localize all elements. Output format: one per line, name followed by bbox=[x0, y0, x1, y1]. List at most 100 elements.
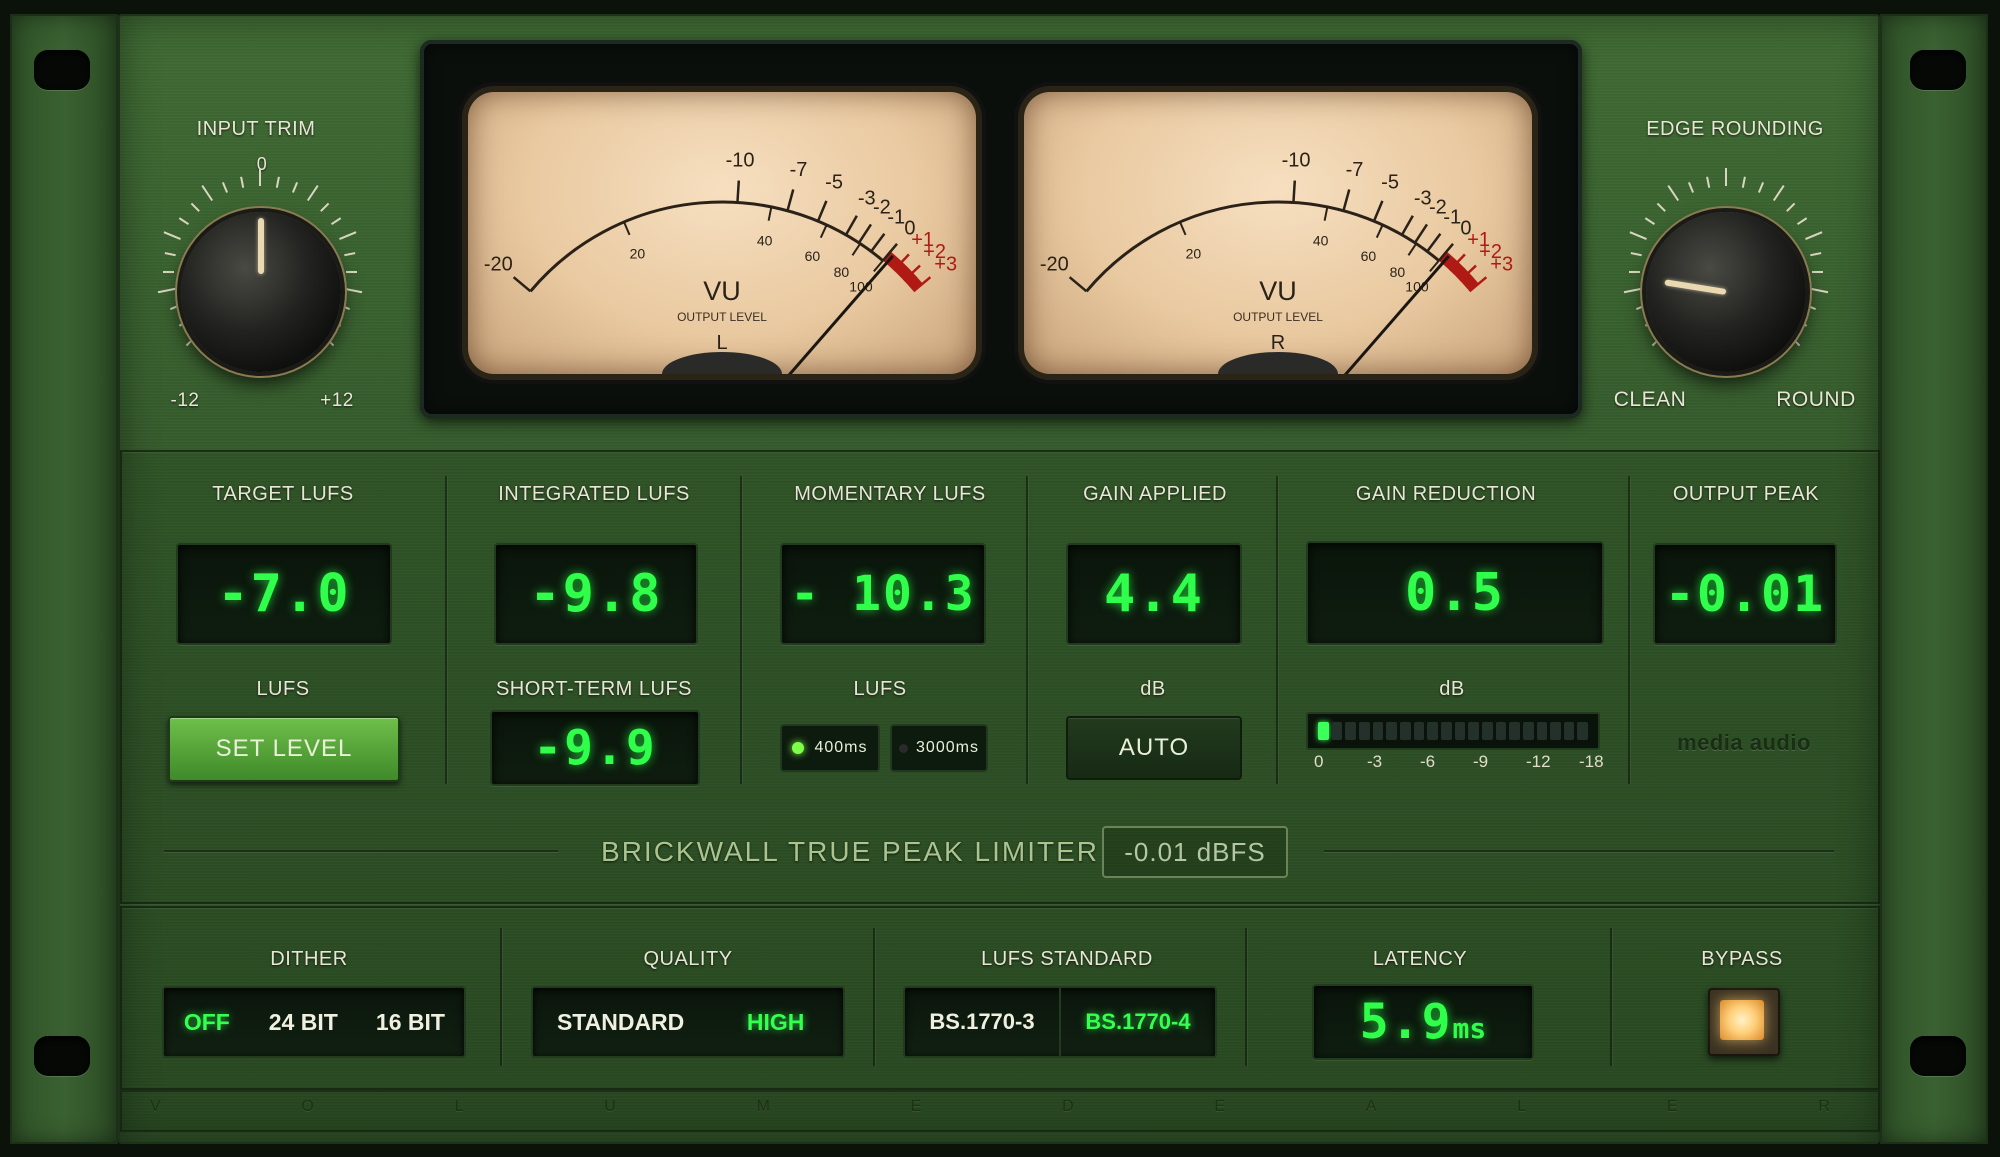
edge-rounding-knob[interactable] bbox=[1646, 212, 1806, 372]
vu-tick-label: +3 bbox=[1490, 253, 1513, 275]
gr-meter-segment bbox=[1522, 722, 1534, 740]
quality-standard-option[interactable]: STANDARD bbox=[533, 988, 708, 1056]
input-trim-pointer bbox=[258, 218, 264, 274]
scale-tick bbox=[1810, 252, 1822, 257]
gr-meter-segment bbox=[1481, 722, 1493, 740]
vu-tick-label: -5 bbox=[1381, 171, 1399, 193]
vu-percent-label: 40 bbox=[1313, 232, 1329, 248]
vu-percent-label: 60 bbox=[1361, 248, 1377, 264]
vu-subtitle-right: OUTPUT LEVEL bbox=[1233, 310, 1323, 324]
gr-meter-segment bbox=[1345, 722, 1356, 740]
scale-tick bbox=[344, 252, 356, 257]
vu-percent-label: 80 bbox=[1390, 264, 1406, 280]
quality-high-option[interactable]: HIGH bbox=[708, 988, 843, 1056]
bypass-lamp-icon bbox=[1720, 1000, 1764, 1040]
dither-selector[interactable]: OFF 24 BIT 16 BIT bbox=[162, 986, 466, 1058]
vu-needle-pivot bbox=[1218, 352, 1338, 374]
scale-tick bbox=[275, 176, 280, 188]
scale-tick bbox=[157, 287, 176, 294]
gr-meter-segment bbox=[1577, 722, 1589, 740]
vu-channel-left: L bbox=[716, 332, 728, 354]
scale-tick bbox=[163, 231, 181, 241]
vu-tick-label: -10 bbox=[1282, 150, 1311, 172]
vu-tick-label: -10 bbox=[726, 150, 755, 172]
auto-button[interactable]: AUTO bbox=[1066, 716, 1242, 780]
lufs-standard-selector[interactable]: BS.1770-3 BS.1770-4 bbox=[903, 986, 1217, 1058]
scale-tick bbox=[1796, 217, 1808, 226]
vu-tick bbox=[736, 180, 741, 203]
dither-16bit-option[interactable]: 16 BIT bbox=[357, 988, 464, 1056]
scale-tick bbox=[306, 184, 319, 202]
divider bbox=[1276, 476, 1278, 784]
vu-tick bbox=[844, 215, 858, 236]
limiter-ceiling-field[interactable]: -0.01 dBFS bbox=[1102, 826, 1288, 878]
scale-tick bbox=[1786, 202, 1796, 212]
bypass-title: BYPASS bbox=[1701, 948, 1783, 970]
scale-tick bbox=[164, 252, 176, 257]
vu-percent-tick bbox=[1375, 224, 1384, 239]
divider bbox=[1610, 928, 1612, 1066]
divider bbox=[500, 928, 502, 1066]
scale-tick bbox=[1636, 303, 1647, 311]
gr-scale-label: 0 bbox=[1314, 752, 1324, 771]
footer-letter: A bbox=[1365, 1098, 1377, 1115]
target-lufs-display: -7.0 bbox=[176, 543, 392, 645]
set-level-button[interactable]: SET LEVEL bbox=[168, 716, 400, 782]
scale-tick bbox=[1805, 231, 1823, 241]
scale-tick bbox=[1644, 217, 1656, 226]
vu-channel-right: R bbox=[1270, 332, 1286, 354]
gr-meter-segment bbox=[1440, 722, 1452, 740]
dither-off-option[interactable]: OFF bbox=[164, 988, 250, 1056]
gain-reduction-scale: 0 -3 -6 -9 -12 -18 bbox=[1306, 752, 1604, 776]
scale-tick bbox=[291, 182, 299, 193]
scale-tick bbox=[1772, 184, 1785, 202]
window-400ms-label: 400ms bbox=[814, 739, 868, 756]
vu-tick-label: -7 bbox=[1346, 159, 1364, 181]
vu-percent-tick bbox=[1323, 206, 1329, 221]
vu-tick bbox=[816, 200, 828, 222]
gr-meter-segment bbox=[1468, 722, 1479, 740]
window-400ms-button[interactable]: 400ms bbox=[780, 724, 880, 772]
vu-tick-label: -7 bbox=[790, 159, 808, 181]
rack-hole bbox=[1910, 1036, 1966, 1076]
scale-tick bbox=[1805, 303, 1816, 311]
gr-meter-segment bbox=[1318, 722, 1329, 740]
limiter-rule-left bbox=[164, 850, 558, 852]
gain-applied-unit: dB bbox=[1140, 678, 1166, 700]
scale-tick bbox=[320, 202, 330, 212]
window-3000ms-button[interactable]: 3000ms bbox=[890, 724, 988, 772]
input-trim-knob[interactable] bbox=[181, 212, 341, 372]
gain-reduction-meter bbox=[1306, 712, 1600, 750]
vu-meter-right: -20 -10 -7 -5 -3 -2 -1 0 +1 +2 +3 20 40 60 80 100 VU OU… bbox=[1024, 92, 1532, 374]
gr-meter-segment bbox=[1550, 722, 1561, 740]
latency-value: 5.9 bbox=[1359, 994, 1453, 1050]
scale-tick bbox=[1656, 202, 1666, 212]
vu-percent-tick bbox=[1179, 221, 1187, 236]
vu-percent-label: 20 bbox=[1186, 245, 1202, 261]
vu-tick bbox=[786, 189, 795, 212]
rack-hole bbox=[1910, 50, 1966, 90]
gr-scale-label: -6 bbox=[1420, 752, 1436, 771]
gr-meter-segment bbox=[1427, 722, 1438, 740]
bs1770-4-option[interactable]: BS.1770-4 bbox=[1061, 988, 1215, 1056]
scale-tick bbox=[1741, 176, 1746, 188]
vu-tick bbox=[1342, 189, 1351, 212]
gain-applied-title: GAIN APPLIED bbox=[1083, 483, 1227, 505]
footer-letter: E bbox=[910, 1098, 922, 1115]
vu-tick bbox=[1413, 223, 1429, 244]
gr-meter-segment bbox=[1358, 722, 1370, 740]
edge-rounding-pointer bbox=[1664, 279, 1727, 295]
dither-24bit-option[interactable]: 24 BIT bbox=[250, 988, 357, 1056]
bypass-button[interactable] bbox=[1708, 988, 1780, 1056]
led-on-icon bbox=[792, 742, 805, 754]
bs1770-3-option[interactable]: BS.1770-3 bbox=[905, 988, 1061, 1056]
vu-subtitle-left: OUTPUT LEVEL bbox=[677, 310, 767, 324]
quality-selector[interactable]: STANDARD HIGH bbox=[531, 986, 845, 1058]
window-3000ms-label: 3000ms bbox=[916, 739, 979, 756]
short-term-lufs-title: SHORT-TERM LUFS bbox=[495, 678, 693, 700]
vu-tick-label: -5 bbox=[825, 171, 843, 193]
scale-tick bbox=[1687, 182, 1695, 193]
vu-tick-label: -1 bbox=[1443, 207, 1461, 229]
footer-letter: M bbox=[756, 1098, 770, 1115]
target-lufs-title: TARGET LUFS bbox=[212, 483, 354, 505]
